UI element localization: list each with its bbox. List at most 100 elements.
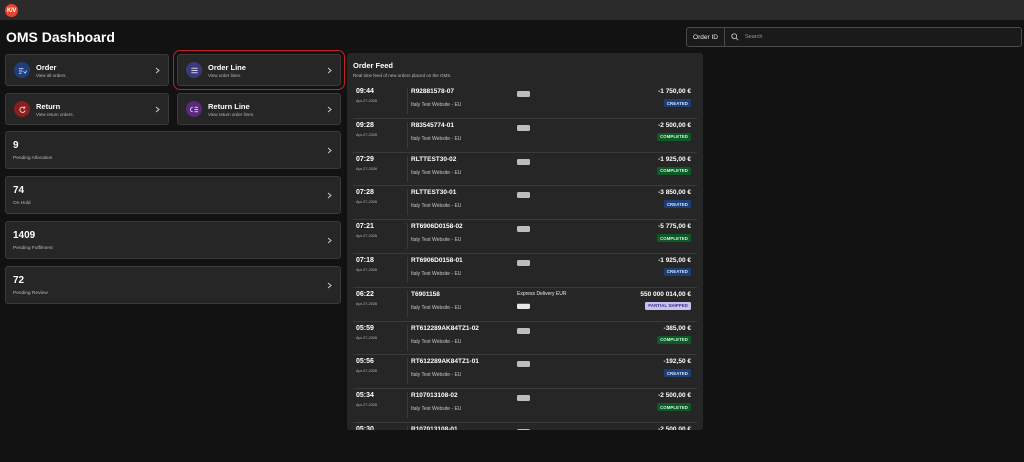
order-amount: -5 775,00 € (658, 223, 691, 231)
cart-list-icon (14, 62, 30, 78)
order-id-link[interactable]: RLTTEST30-01 (411, 189, 456, 196)
order-amount: -2 500,00 € (658, 392, 691, 400)
stat-card-pending-fulfilment[interactable]: 1409 Pending Fulfilment (5, 221, 341, 259)
stat-value: 74 (13, 185, 25, 196)
order-id-link[interactable]: RT612289AK84TZ1-02 (411, 325, 479, 332)
stat-label: Pending Allocation (13, 156, 53, 161)
order-amount: -2 500,00 € (658, 121, 691, 129)
feed-title: Order Feed (353, 61, 394, 70)
order-amount: -1 925,00 € (658, 155, 691, 163)
feed-row[interactable]: 07:29 Apr-27-2026 RLTTEST30-02 Italy Test W… (353, 153, 697, 187)
order-date: Apr-27-2026 (356, 99, 378, 103)
search-type-selector[interactable]: Order ID (687, 28, 725, 46)
chevron-right-icon (327, 100, 332, 118)
order-site: Italy Test Website - EU (411, 270, 462, 277)
return-line-card-subtitle: View return order lines. (208, 111, 255, 117)
search-input[interactable] (745, 34, 1021, 40)
status-badge: CREATED (663, 200, 691, 209)
row-divider (407, 256, 408, 283)
order-time: 07:29 (356, 155, 374, 163)
return-line-card[interactable]: Return Line View return order lines. (177, 93, 341, 125)
order-site: Italy Test Website - EU (411, 304, 462, 311)
chevron-right-icon (327, 186, 332, 204)
chevron-right-icon (327, 276, 332, 294)
order-line-card-subtitle: View order lines. (208, 72, 242, 78)
order-date: Apr-27-2026 (356, 403, 378, 408)
order-id-link[interactable]: RLTTEST30-02 (411, 156, 456, 163)
feed-row[interactable]: 07:18 Apr-27-2026 RT6906D0158-01 Italy Test… (353, 254, 697, 288)
payment-card-icon (517, 428, 530, 430)
order-time: 06:22 (356, 290, 374, 298)
feed-row[interactable]: 09:28 Apr-27-2026 R83545774-01 Italy Test W… (353, 119, 697, 153)
row-divider (407, 290, 408, 317)
order-time: 07:18 (356, 256, 374, 264)
order-id-link[interactable]: R107013108-01 (411, 426, 458, 430)
stat-value: 1409 (13, 230, 36, 241)
order-amount: -1 750,00 € (658, 88, 691, 95)
row-divider (407, 121, 408, 148)
order-amount: -385,00 € (663, 324, 691, 332)
payment-card-icon (517, 91, 530, 97)
payment-card-icon (517, 361, 530, 368)
top-bar: K/V (0, 0, 1024, 20)
stat-card-on-hold[interactable]: 74 On Hold (5, 176, 341, 214)
stat-value: 72 (13, 275, 25, 286)
order-date: Apr-27-2026 (356, 301, 378, 306)
order-date: Apr-27-2026 (356, 200, 378, 205)
feed-row[interactable]: 07:21 Apr-27-2026 RT6906D0158-02 Italy Test… (353, 220, 697, 254)
feed-row[interactable]: 05:59 Apr-27-2026 RT612289AK84TZ1-02 Italy … (353, 322, 697, 356)
stat-card-pending-review[interactable]: 72 Pending Review (5, 266, 341, 304)
order-amount: -2 500,00 € (658, 425, 691, 430)
chevron-right-icon (327, 141, 332, 159)
order-site: Italy Test Website - EU (411, 135, 462, 142)
feed-subtitle: Real time feed of new orders placed on t… (353, 73, 452, 78)
row-divider (407, 392, 408, 419)
order-id-link[interactable]: R92881578-07 (411, 88, 454, 95)
order-id-link[interactable]: RT6906D0158-02 (411, 223, 463, 230)
row-divider (407, 425, 408, 430)
order-amount: -1 925,00 € (658, 256, 691, 264)
order-time: 07:21 (356, 223, 374, 231)
order-search-bar: Order ID (686, 27, 1022, 47)
stat-card-pending-allocation[interactable]: 9 Pending Allocation (5, 131, 341, 169)
order-date: Apr-27-2026 (356, 335, 378, 340)
row-divider (407, 324, 408, 351)
chevron-right-icon (327, 231, 332, 249)
payment-card-icon (517, 124, 530, 131)
payment-card-icon (517, 158, 530, 165)
chevron-right-icon (327, 61, 332, 79)
status-badge: COMPLETED (657, 403, 691, 412)
return-icon (14, 101, 30, 117)
order-amount: 550 000 014,00 € (640, 290, 691, 298)
order-site: Italy Test Website - EU (411, 169, 462, 176)
order-id-link[interactable]: RT6906D0158-01 (411, 257, 463, 264)
row-divider (407, 155, 408, 182)
feed-list: 09:44 Apr-27-2026 R92881578-07 Italy Test W… (353, 85, 697, 430)
order-site: Italy Test Website - EU (411, 102, 462, 108)
status-badge: COMPLETED (657, 234, 691, 243)
order-id-link[interactable]: RT612289AK84TZ1-01 (411, 358, 479, 365)
stat-label: On Hold (13, 201, 31, 206)
order-id-link[interactable]: T6901158 (411, 291, 440, 298)
feed-row[interactable]: 06:22 Apr-27-2026 T6901158 Italy Test Websi… (353, 288, 697, 322)
return-list-icon (186, 101, 202, 117)
order-line-card[interactable]: Order Line View order lines. (173, 50, 345, 90)
feed-row[interactable]: 05:30Apr-27-2026R107013108-01Italy Test … (353, 423, 697, 430)
order-id-link[interactable]: R107013108-02 (411, 392, 458, 399)
order-feed-panel: Order Feed Real time feed of new orders … (347, 53, 703, 430)
order-time: 05:56 (356, 358, 374, 366)
order-time: 09:44 (356, 88, 374, 95)
return-card[interactable]: Return View return orders. (5, 93, 169, 125)
order-time: 05:34 (356, 392, 374, 400)
stat-label: Pending Review (13, 291, 48, 296)
feed-row[interactable]: 05:34 Apr-27-2026 R107013108-02 Italy Test … (353, 389, 697, 423)
feed-row[interactable]: 05:56 Apr-27-2026 RT612289AK84TZ1-01 Italy … (353, 355, 697, 390)
order-card[interactable]: Order View all orders. (5, 54, 169, 86)
order-time: 07:28 (356, 189, 374, 197)
feed-row[interactable]: 07:28 Apr-27-2026 RLTTEST30-01 Italy Test W… (353, 186, 697, 221)
return-line-card-title: Return Line (208, 101, 250, 111)
order-id-link[interactable]: R83545774-01 (411, 122, 454, 129)
feed-row[interactable]: 09:44 Apr-27-2026 R92881578-07 Italy Test W… (353, 85, 697, 119)
app-logo[interactable]: K/V (5, 4, 18, 17)
stat-value: 9 (13, 140, 19, 151)
